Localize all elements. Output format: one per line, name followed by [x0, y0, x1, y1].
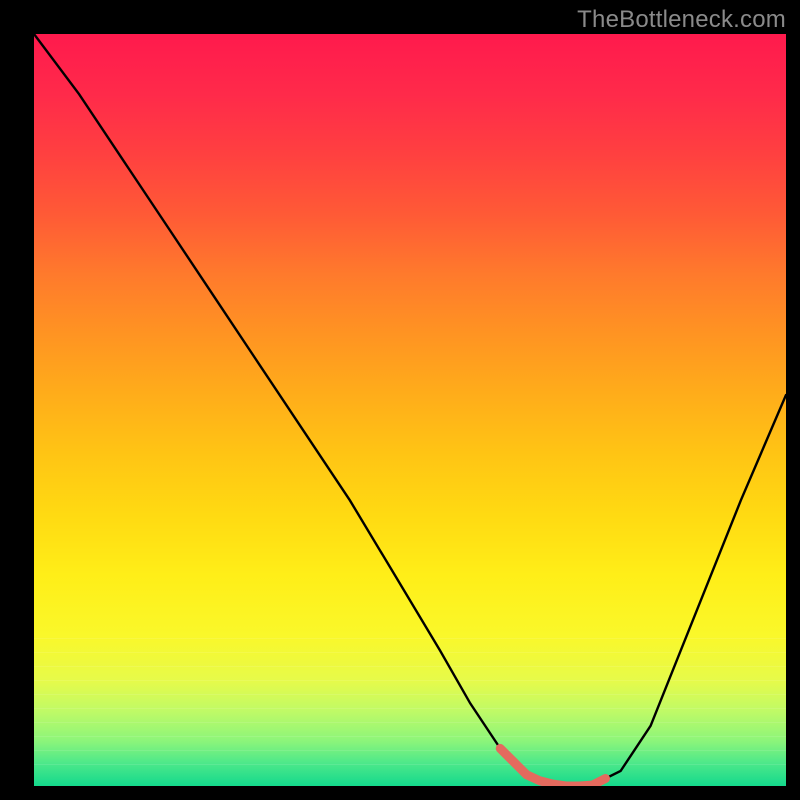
- chart-frame: TheBottleneck.com: [0, 0, 800, 800]
- bottleneck-curve: [34, 34, 786, 786]
- curve-path: [34, 34, 786, 786]
- watermark-text: TheBottleneck.com: [577, 6, 786, 34]
- plot-area: [34, 34, 786, 786]
- flat-segment: [500, 748, 605, 786]
